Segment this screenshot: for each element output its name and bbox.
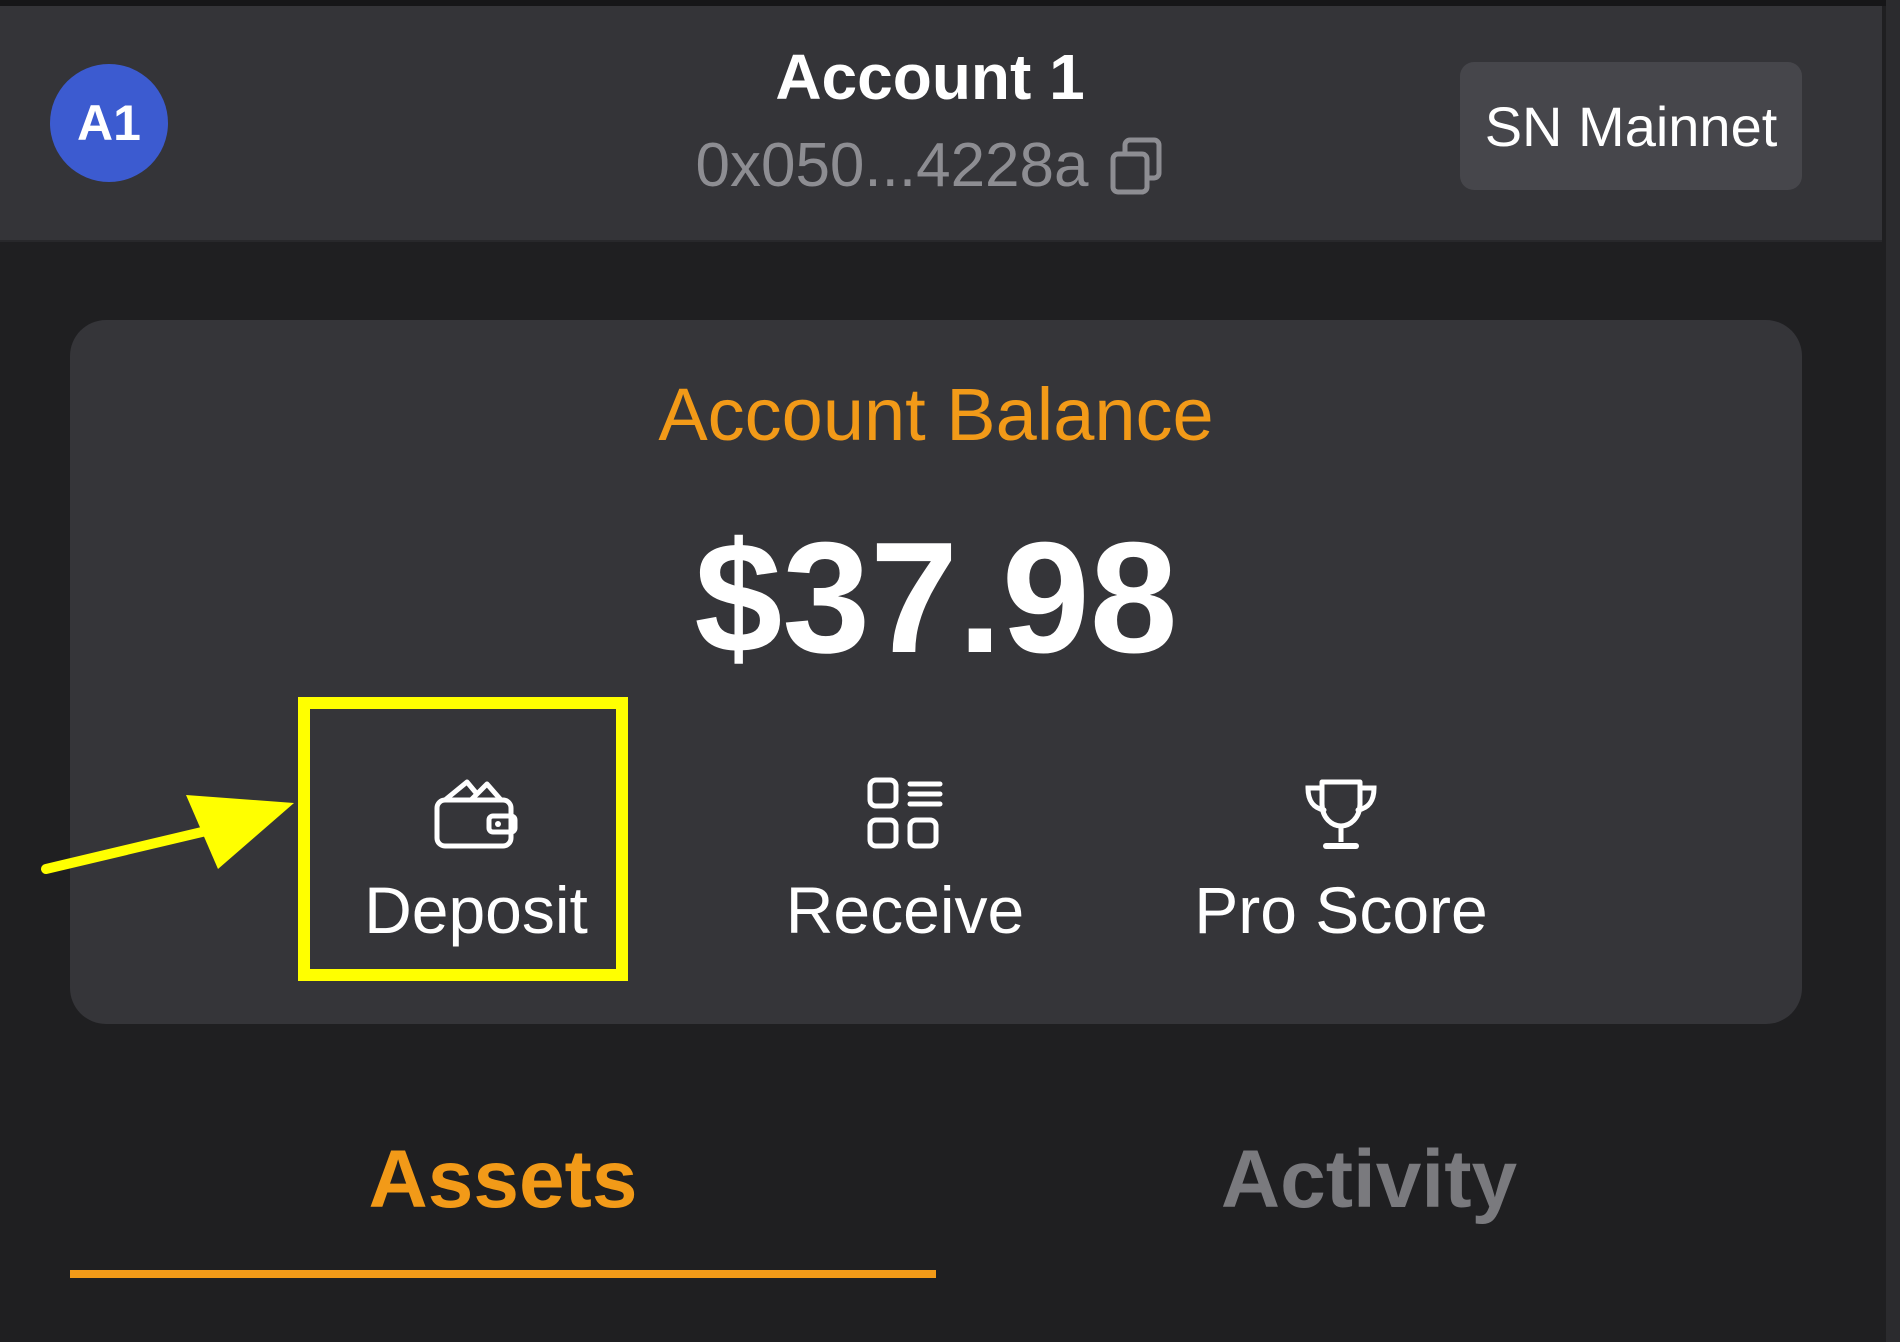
annotation-arrow-icon: [41, 795, 294, 874]
balance-value: $37.98: [694, 510, 1178, 686]
account-header: A1 Account 1 0x050...4228a SN Mainnet: [0, 6, 1882, 242]
balance-label: Account Balance: [658, 373, 1214, 456]
pro-score-label: Pro Score: [1194, 873, 1488, 947]
tab-activity[interactable]: Activity: [936, 1090, 1802, 1270]
trophy-icon: [1305, 779, 1377, 849]
account-name[interactable]: Account 1: [640, 40, 1220, 114]
tab-assets[interactable]: Assets: [70, 1090, 936, 1270]
scrollbar-track[interactable]: [1886, 0, 1900, 1342]
copy-icon[interactable]: [1109, 136, 1165, 196]
account-avatar[interactable]: A1: [50, 64, 168, 182]
account-address: 0x050...4228a: [695, 131, 1089, 200]
receive-label: Receive: [785, 873, 1025, 947]
qr-grid-icon: [867, 777, 943, 849]
deposit-highlight-box: [298, 697, 628, 981]
wallet-app-frame: A1 Account 1 0x050...4228a SN Mainnet Ac…: [0, 0, 1900, 1342]
active-tab-indicator: [70, 1270, 936, 1278]
receive-button[interactable]: Receive: [725, 768, 1085, 948]
tab-bar: Assets Activity: [70, 1090, 1802, 1290]
network-selector-button[interactable]: SN Mainnet: [1460, 62, 1802, 190]
address-row: 0x050...4228a: [620, 130, 1240, 201]
pro-score-button[interactable]: Pro Score: [1161, 768, 1521, 948]
